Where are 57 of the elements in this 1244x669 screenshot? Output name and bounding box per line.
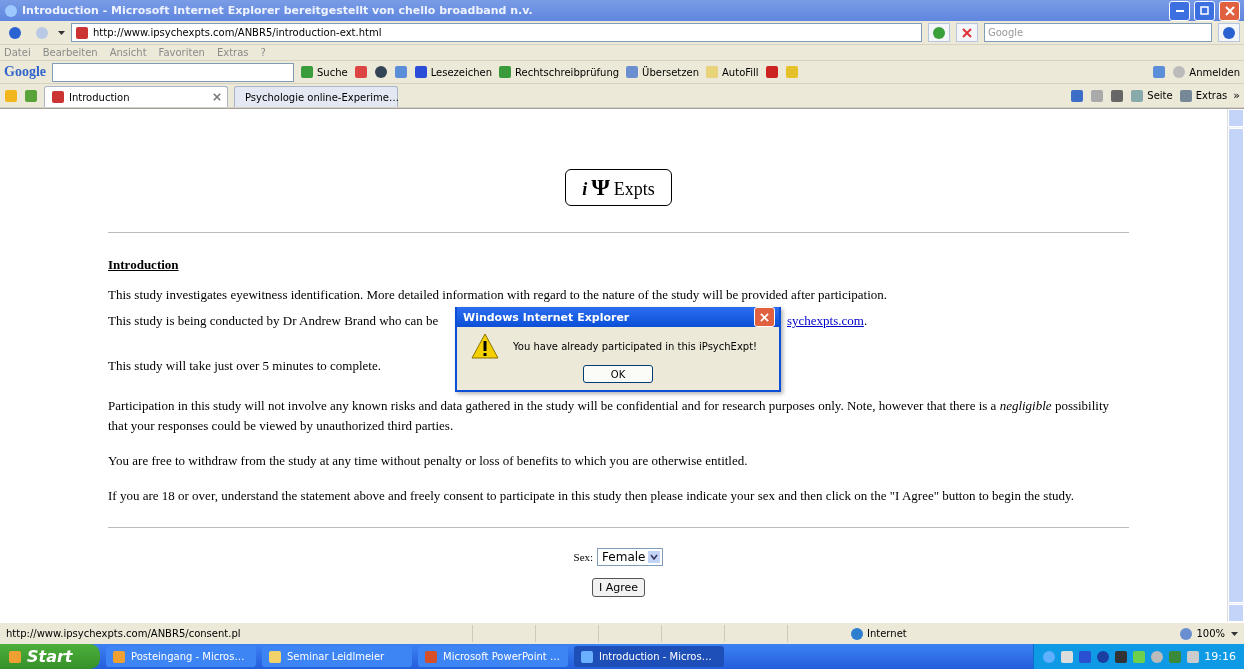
sign-in-button[interactable]: Anmelden: [1172, 65, 1240, 79]
sex-label: Sex:: [573, 551, 594, 563]
browser-tab[interactable]: Introduction: [44, 86, 228, 107]
paragraph: This study investigates eyewitness identification. More detailed information with regard to the nature of the study will be provided after participation.: [108, 286, 888, 304]
sex-dropdown[interactable]: Female: [597, 548, 664, 566]
dialog-message: You have already participated in this iPsychExpt!: [513, 340, 758, 352]
period-text: .: [863, 313, 868, 328]
taskbar-button[interactable]: Introduction - Micros…: [574, 646, 724, 667]
agree-button[interactable]: I Agree: [591, 578, 646, 597]
command-button[interactable]: Extras: [1178, 88, 1228, 103]
email-link[interactable]: sychexpts.com: [787, 313, 864, 328]
google-logo: Google: [4, 64, 46, 80]
toolbar-search-field[interactable]: [52, 62, 294, 82]
caret-icon[interactable]: [1231, 631, 1238, 636]
paragraph: Participation in this study will not involve any known risks and data gathered in the study will be confidential and for research purposes only. Note, however that there is a negligible possibility that your responses could be viewed by unauthorized third parties.: [108, 397, 1111, 435]
address-field[interactable]: http://www.ipsychexpts.com/ANBR5/introduction-ext.html: [71, 23, 922, 42]
warning-icon: [471, 333, 499, 359]
toolbar-button[interactable]: AutoFill: [705, 65, 759, 79]
more-button[interactable]: »: [1233, 89, 1240, 102]
toolbar-button[interactable]: Lesezeichen: [413, 65, 493, 79]
browser-tab[interactable]: Psychologie online-Experime…: [234, 86, 398, 107]
caret-icon[interactable]: [58, 30, 65, 35]
restore-button[interactable]: [1194, 0, 1215, 21]
minimize-icon[interactable]: [1175, 9, 1184, 12]
zoom-button[interactable]: 100%: [1179, 626, 1225, 641]
stop-button[interactable]: [956, 23, 978, 42]
ok-button[interactable]: OK: [583, 365, 653, 383]
section-heading: Introduction: [108, 257, 180, 273]
refresh-button[interactable]: [928, 23, 950, 42]
paragraph: If you are 18 or over, understand the statement above and freely consent to participate in this study then please indicate your sex and then click on the "I Agree" button to begin the study.: [108, 487, 1074, 505]
stop-icon: [962, 27, 972, 38]
window-title: Introduction - Microsoft Internet Explorer bereitgestellt von chello broadband n.v.: [22, 4, 534, 17]
dialog-title: Windows Internet Explorer: [463, 310, 630, 324]
site-logo: i Ψ Expts: [565, 169, 672, 206]
clock: 19:16: [1204, 650, 1236, 663]
security-zone: Internet: [850, 626, 907, 641]
search-button[interactable]: [1218, 23, 1240, 42]
paragraph: This study is being conducted by Dr Andrew Brand who can be: [108, 313, 439, 328]
close-icon[interactable]: [1224, 5, 1235, 16]
toolbar-search-button[interactable]: Suche: [300, 65, 348, 79]
taskbar-button[interactable]: Seminar Leidlmeier: [262, 646, 412, 667]
close-button[interactable]: [1219, 0, 1240, 21]
restore-icon[interactable]: [1200, 6, 1209, 15]
toolbar-button[interactable]: Rechtschreibprüfung: [498, 65, 620, 79]
paragraph: This study will take just over 5 minutes to complete.: [108, 357, 381, 375]
dropdown-arrow-icon[interactable]: [648, 551, 661, 563]
scrollbar[interactable]: [1227, 109, 1244, 622]
minimize-button[interactable]: [1169, 0, 1190, 21]
toolbar-button[interactable]: Übersetzen: [625, 65, 700, 79]
close-icon[interactable]: [760, 312, 769, 322]
close-tab-icon[interactable]: [213, 93, 221, 101]
command-button[interactable]: Seite: [1130, 88, 1173, 103]
status-url: http://www.ipsychexpts.com/ANBR5/consent.pl: [6, 628, 242, 639]
dialog-close-button[interactable]: [754, 307, 775, 327]
paragraph: You are free to withdraw from the study at any time without penalty or loss of benefits to which you are otherwise entitled.: [108, 452, 748, 470]
taskbar-button[interactable]: Posteingang - Micros…: [106, 646, 256, 667]
taskbar-button[interactable]: Microsoft PowerPoint …: [418, 646, 568, 667]
